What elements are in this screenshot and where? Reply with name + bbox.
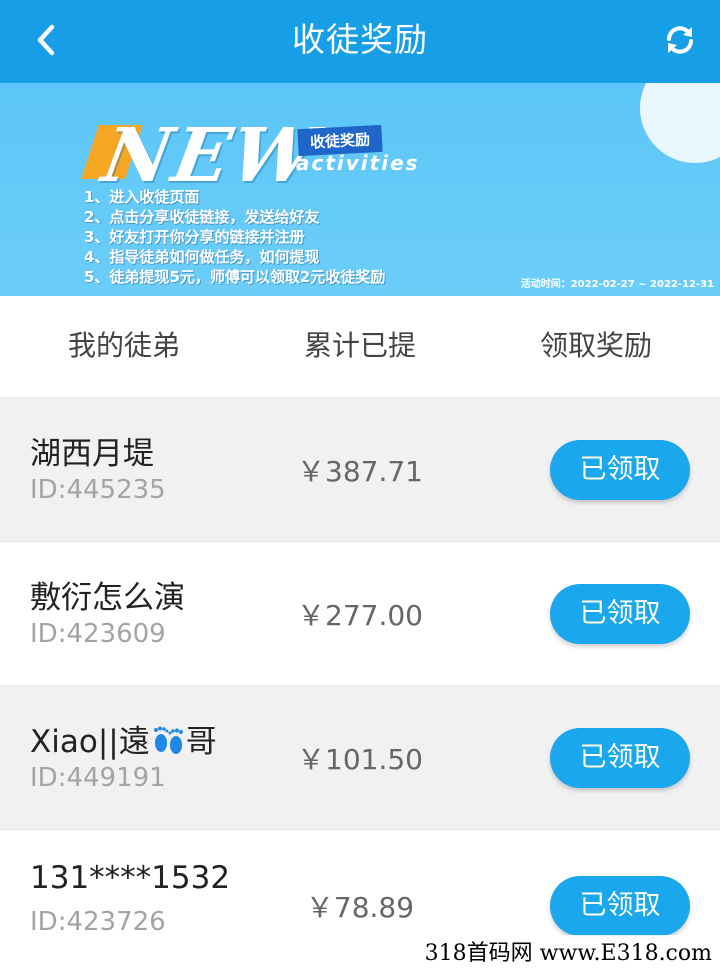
promo-banner: NEW 收徒奖励 activities 1、进入收徒页面 2、点击分享收徒链接，… <box>0 83 720 296</box>
withdrawn-amount: ￥387.71 <box>297 455 423 488</box>
apprentice-name: 湖西月堤 <box>30 436 154 472</box>
banner-rule: 4、指导徒弟如何做任务，如何提现 <box>84 248 320 266</box>
list-item: 敷衍怎么演 ID:423609 ￥277.00 已领取 <box>0 542 720 686</box>
footprints-icon <box>150 725 186 763</box>
banner-rule: 5、徒弟提现5元，师傅可以领取2元收徒奖励 <box>84 268 386 286</box>
column-header: 我的徒弟 累计已提 领取奖励 <box>0 296 720 398</box>
column-apprentice: 我的徒弟 <box>67 329 180 362</box>
banner-cloud-decoration <box>640 83 720 163</box>
apprentice-id: ID:449191 <box>30 763 166 793</box>
apprentice-name: Xiao||遠 哥 <box>30 716 217 763</box>
banner-period: 活动时间：2022-02-27 ~ 2022-12-31 <box>520 279 714 290</box>
claimed-button[interactable]: 已领取 <box>550 584 690 644</box>
top-bar: 收徒奖励 <box>0 0 720 83</box>
column-withdrawn: 累计已提 <box>303 329 416 362</box>
banner-rule: 2、点击分享收徒链接，发送给好友 <box>84 208 320 226</box>
column-reward: 领取奖励 <box>539 329 652 362</box>
banner-rule: 1、进入收徒页面 <box>84 188 200 206</box>
withdrawn-amount: ￥78.89 <box>305 891 415 924</box>
apprentice-id: ID:445235 <box>30 475 166 505</box>
apprentice-name: 敷衍怎么演 <box>30 580 185 616</box>
banner-rule: 3、好友打开你分享的链接并注册 <box>84 228 305 246</box>
claimed-button[interactable]: 已领取 <box>550 876 690 936</box>
banner-activities-text: activities <box>296 151 420 175</box>
list-item: 湖西月堤 ID:445235 ￥387.71 已领取 <box>0 398 720 542</box>
claimed-button[interactable]: 已领取 <box>550 440 690 500</box>
apprentice-name: 131****1532 <box>30 860 231 896</box>
page-title: 收徒奖励 <box>292 20 428 59</box>
claimed-button[interactable]: 已领取 <box>550 728 690 788</box>
refresh-button[interactable] <box>658 18 702 62</box>
refresh-icon <box>667 26 693 54</box>
withdrawn-amount: ￥101.50 <box>297 743 423 776</box>
watermark: 318首码网 www.E318.com <box>420 935 716 967</box>
apprentice-name-part: Xiao||遠 <box>30 724 150 760</box>
list-item: Xiao||遠 哥 ID:449191 ￥101.50 已领取 <box>0 686 720 830</box>
apprentice-id: ID:423726 <box>30 907 166 937</box>
withdrawn-amount: ￥277.00 <box>297 599 423 632</box>
apprentice-list: 湖西月堤 ID:445235 ￥387.71 已领取 敷衍怎么演 ID:4236… <box>0 398 720 969</box>
apprentice-name-part: 哥 <box>185 724 217 760</box>
banner-rules: 1、进入收徒页面 2、点击分享收徒链接，发送给好友 3、好友打开你分享的链接并注… <box>84 187 385 287</box>
apprentice-id: ID:423609 <box>30 619 166 649</box>
